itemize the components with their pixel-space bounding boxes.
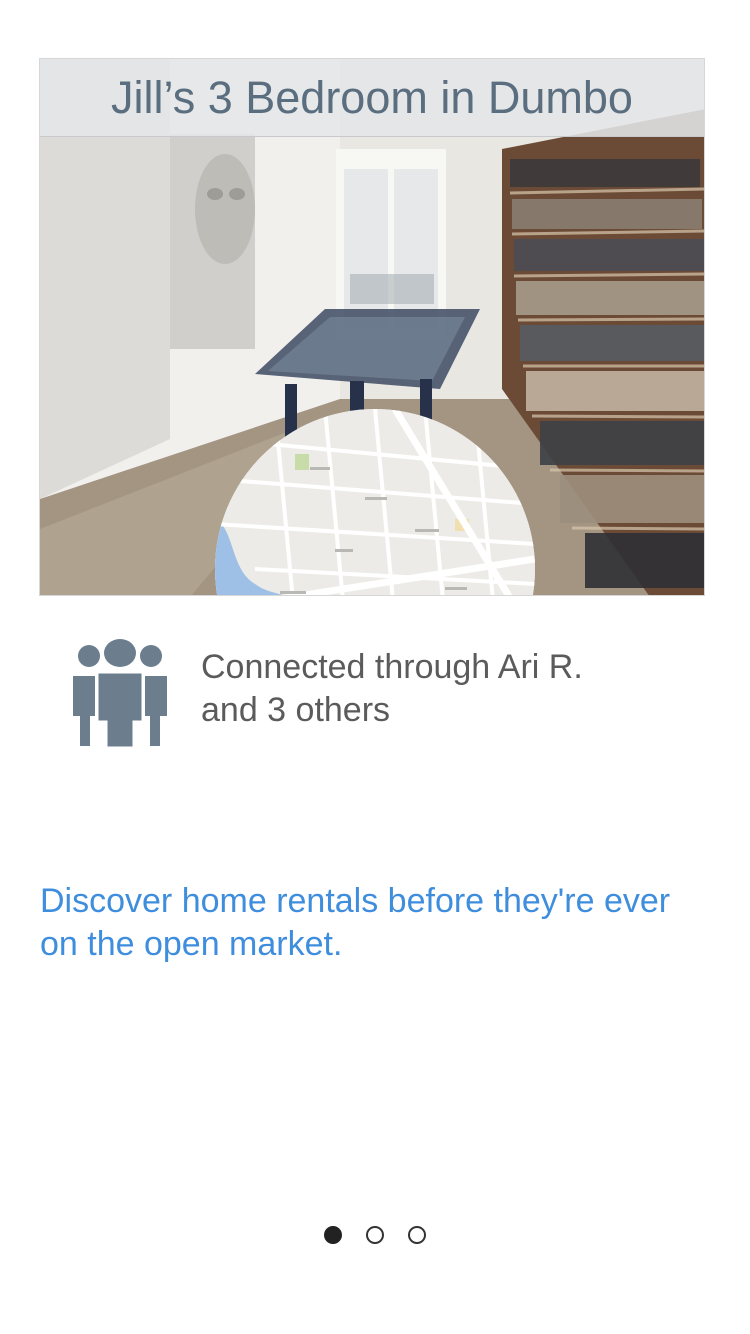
page-indicator[interactable] bbox=[0, 1226, 750, 1244]
connection-line-2: and 3 others bbox=[201, 691, 391, 729]
connection-text: Connected through Ari R. and 3 others bbox=[201, 646, 583, 732]
tagline-line-1: Discover home rentals before they're eve… bbox=[40, 882, 671, 920]
tagline: Discover home rentals before they're eve… bbox=[40, 880, 720, 966]
connection-line-1: Connected through Ari R. bbox=[201, 648, 583, 686]
people-group-icon bbox=[73, 639, 167, 748]
listing-title: Jill’s 3 Bedroom in Dumbo bbox=[40, 59, 704, 137]
page-dot-2[interactable] bbox=[366, 1226, 384, 1244]
page-dot-1[interactable] bbox=[324, 1226, 342, 1244]
listing-card[interactable]: Jill’s 3 Bedroom in Dumbo bbox=[39, 58, 705, 596]
tagline-line-2: on the open market. bbox=[40, 925, 343, 963]
page-dot-3[interactable] bbox=[408, 1226, 426, 1244]
connection-info: Connected through Ari R. and 3 others bbox=[73, 638, 713, 748]
